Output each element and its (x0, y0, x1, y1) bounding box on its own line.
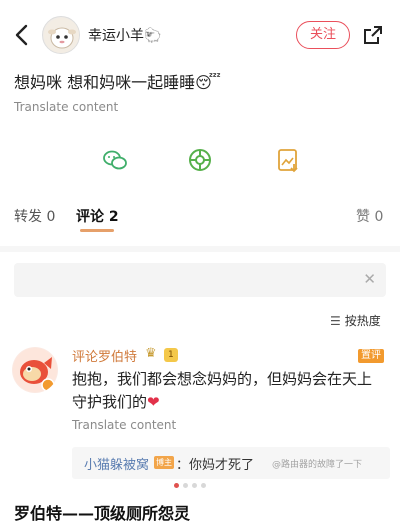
username-text: 幸运小羊 (88, 28, 144, 44)
translate-comment-link[interactable]: Translate content (72, 418, 176, 432)
post-tabs: 转发 0 评论 2 赞 0 (0, 202, 400, 242)
pager-dot (192, 483, 197, 488)
post-text-body: 想妈咪 想和妈咪一起睡睡 (14, 73, 196, 92)
comment-text-line1: 抱抱，我们都会想念妈妈的，但妈妈会在天上 (72, 370, 373, 388)
comment-text-line2: 守护我们的 (72, 393, 148, 411)
sleepy-emoji: 😴 (195, 73, 221, 92)
commenter-avatar[interactable] (12, 347, 58, 393)
caption-title: 罗伯特——顶级厕所怨灵 (14, 504, 191, 523)
translate-post-link[interactable]: Translate content (14, 100, 118, 114)
weixin-share-icon[interactable] (101, 146, 129, 174)
sort-icon: ☰ (330, 314, 341, 328)
share-icon[interactable] (361, 23, 385, 47)
tab-repost-count: 0 (46, 209, 56, 225)
reply-author[interactable]: 小猫躲被窝 (84, 454, 149, 473)
tab-like[interactable]: 赞 0 (356, 206, 383, 226)
sort-label: 按热度 (344, 314, 381, 328)
close-icon[interactable]: ✕ (363, 270, 376, 288)
pager-dots (174, 483, 234, 489)
pager-dot (174, 483, 179, 488)
sort-by-heat-button[interactable]: ☰ 按热度 (330, 312, 381, 329)
follow-button[interactable]: 关注 (296, 21, 350, 49)
commenter-name[interactable]: 评论罗伯特 (72, 346, 137, 365)
tab-comment[interactable]: 评论 2 (76, 206, 119, 226)
reply-text: ：你妈才死了 (176, 458, 255, 473)
level-badge: 1 (164, 348, 178, 362)
crown-icon: ♛ (145, 346, 157, 361)
save-image-icon[interactable] (274, 146, 302, 174)
post-text: 想妈咪 想和妈咪一起睡睡😴 (14, 69, 221, 93)
active-tab-indicator (80, 229, 114, 232)
blogger-badge: 博主 (154, 456, 174, 469)
comment-text: 抱抱，我们都会想念妈妈的，但妈妈会在天上 守护我们的❤ (72, 368, 390, 414)
tab-like-count: 0 (374, 209, 384, 225)
avatar[interactable] (42, 16, 80, 54)
sheep-emoji: 🐑 (144, 28, 162, 44)
pager-dot (183, 483, 188, 488)
moments-share-icon[interactable] (186, 146, 214, 174)
heart-icon: ❤ (147, 393, 160, 411)
tab-repost-label: 转发 (14, 209, 42, 225)
reply-box[interactable]: 小猫躲被窝 博主 ：你妈才死了 @路由器的故障了一下 (72, 447, 390, 479)
top-bar: 幸运小羊🐑 关注 (0, 12, 400, 60)
share-actions (0, 146, 400, 176)
tab-comment-label: 评论 (76, 209, 104, 225)
back-arrow-icon[interactable] (12, 22, 32, 48)
comment-text-line2-wrap: 守护我们的❤ (72, 391, 390, 414)
comment-input[interactable]: ✕ (14, 263, 386, 297)
top-comment-badge: 置评 (358, 349, 384, 363)
pager-dot (201, 483, 206, 488)
tab-repost[interactable]: 转发 0 (14, 206, 55, 226)
tab-like-label: 赞 (356, 209, 370, 225)
section-divider (0, 246, 400, 252)
watermark: @路由器的故障了一下 (272, 460, 363, 470)
username[interactable]: 幸运小羊🐑 (88, 25, 161, 45)
tab-comment-count: 2 (108, 209, 119, 225)
